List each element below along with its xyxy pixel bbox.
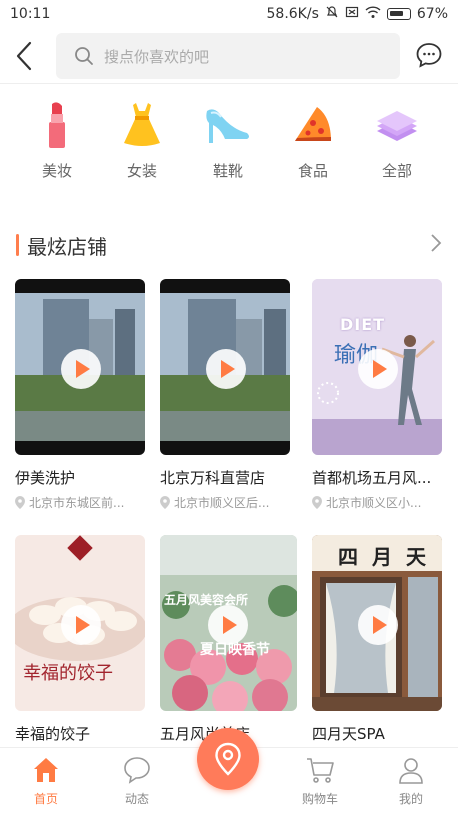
layers-icon	[372, 100, 422, 150]
section-title: 最炫店铺	[27, 234, 107, 259]
store-address: 北京市顺义区后...	[160, 494, 290, 511]
tab-label: 动态	[124, 792, 149, 806]
play-icon[interactable]	[61, 605, 101, 645]
store-card[interactable]: 五月风美容会所 夏日映香节 五月风尚美店	[160, 535, 297, 744]
tab-cart[interactable]: 购物车	[285, 754, 355, 807]
section-accent-bar	[16, 234, 19, 256]
wifi-icon	[365, 5, 381, 23]
category-label: 女装	[126, 162, 157, 180]
section-header: 最炫店铺	[16, 230, 442, 260]
high-heel-icon	[203, 100, 253, 150]
user-icon	[395, 754, 427, 786]
sim-icon	[345, 5, 359, 23]
category-all[interactable]: 全部	[362, 100, 432, 181]
battery-icon	[386, 8, 411, 20]
back-button[interactable]	[0, 28, 48, 84]
play-icon[interactable]	[358, 605, 398, 645]
header: 搜点你喜欢的吧	[0, 28, 458, 84]
tab-label: 购物车	[301, 792, 338, 806]
store-thumbnail	[160, 279, 290, 455]
home-icon	[30, 754, 62, 786]
status-bar: 10:11 58.6K/s 67%	[0, 0, 458, 28]
store-card[interactable]: 四月天 四月天SPA	[312, 535, 442, 744]
category-makeup[interactable]: 美妆	[22, 100, 92, 181]
chevron-right-icon[interactable]	[430, 233, 442, 257]
network-speed: 58.6K/s	[266, 6, 319, 22]
category-label: 鞋靴	[212, 162, 243, 180]
dress-icon	[117, 100, 167, 150]
location-pin-icon	[215, 742, 241, 776]
store-name: 伊美洗护	[15, 469, 76, 487]
store-thumbnail: 五月风美容会所 夏日映香节	[160, 535, 297, 711]
cart-icon	[304, 754, 336, 786]
lipstick-icon	[32, 100, 82, 150]
message-icon	[416, 43, 442, 68]
store-card[interactable]: 伊美洗护 北京市东城区前...	[15, 279, 145, 511]
store-name: 幸福的饺子	[15, 725, 91, 743]
play-icon[interactable]	[206, 349, 246, 389]
search-placeholder: 搜点你喜欢的吧	[104, 47, 210, 66]
category-label: 全部	[381, 162, 412, 180]
store-name: 四月天SPA	[312, 725, 385, 743]
battery-level: 67%	[416, 6, 448, 22]
thumb-dumpling-text: 幸福的饺子	[23, 663, 113, 684]
play-icon[interactable]	[358, 349, 398, 389]
message-button[interactable]	[414, 40, 444, 70]
store-name: 北京万科直营店	[160, 469, 266, 487]
tab-feed[interactable]: 动态	[102, 754, 172, 807]
tab-home[interactable]: 首页	[11, 754, 81, 807]
store-address: 北京市顺义区小...	[312, 494, 442, 511]
category-women-clothing[interactable]: 女装	[107, 100, 177, 181]
chat-bubble-icon	[121, 754, 153, 786]
location-pin-icon	[160, 496, 170, 509]
search-icon	[75, 47, 93, 65]
thumb-diet-text: DIET	[340, 315, 386, 334]
category-shoes[interactable]: 鞋靴	[193, 100, 263, 181]
store-card[interactable]: 北京万科直营店 北京市顺义区后...	[160, 279, 290, 511]
store-thumbnail: 幸福的饺子	[15, 535, 145, 711]
store-thumbnail: DIET 瑜伽	[312, 279, 442, 455]
category-label: 美妆	[41, 162, 72, 180]
tab-label: 首页	[33, 792, 58, 806]
location-fab-button[interactable]	[197, 728, 259, 790]
search-input[interactable]: 搜点你喜欢的吧	[56, 33, 400, 79]
play-icon[interactable]	[208, 605, 248, 645]
tab-label: 我的	[398, 792, 423, 806]
category-label: 食品	[297, 162, 328, 180]
category-row: 美妆 女装 鞋靴 食品 全部	[0, 100, 458, 190]
store-address: 北京市东城区前...	[15, 494, 145, 511]
store-card[interactable]: 幸福的饺子 幸福的饺子	[15, 535, 145, 744]
store-name: 首都机场五月风...	[312, 469, 432, 487]
location-pin-icon	[15, 496, 25, 509]
play-icon[interactable]	[61, 349, 101, 389]
status-time: 10:11	[10, 6, 51, 22]
category-food[interactable]: 食品	[278, 100, 348, 181]
pizza-icon	[288, 100, 338, 150]
tab-profile[interactable]: 我的	[376, 754, 446, 807]
mute-icon	[325, 5, 339, 23]
store-thumbnail	[15, 279, 145, 455]
store-thumbnail: 四月天	[312, 535, 442, 711]
thumb-spa-sign: 四月天	[338, 545, 440, 569]
store-card[interactable]: DIET 瑜伽 首都机场五月风... 北京市顺义区小...	[312, 279, 442, 511]
location-pin-icon	[312, 496, 322, 509]
chevron-left-icon	[16, 41, 32, 70]
